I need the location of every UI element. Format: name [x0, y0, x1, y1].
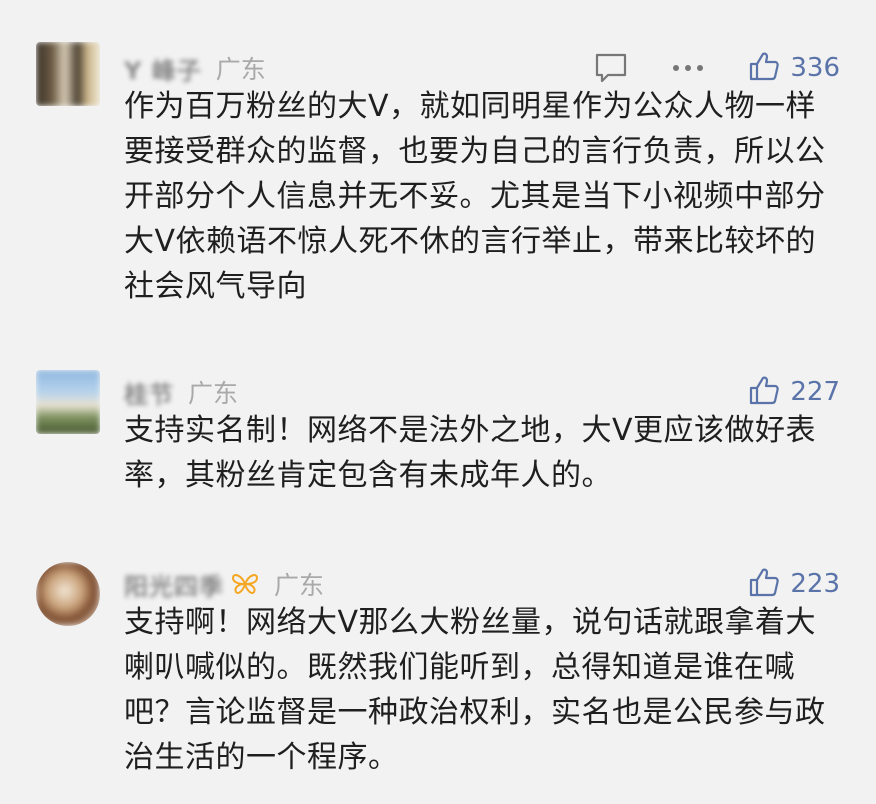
like-button[interactable]: 336: [748, 50, 840, 86]
like-count: 223: [790, 569, 840, 599]
avatar[interactable]: [36, 562, 100, 626]
avatar[interactable]: [36, 42, 100, 106]
thumbs-up-icon: [748, 374, 780, 410]
username[interactable]: 阳光四季: [124, 567, 224, 602]
avatar[interactable]: [36, 370, 100, 434]
like-count: 336: [790, 53, 840, 83]
butterfly-vip-icon: [230, 571, 260, 597]
comment-item: 阳光四季 广东 223 支持啊！网络大V那么大粉丝量，说句话就跟拿着大喇叭喊似的…: [0, 558, 876, 794]
like-button[interactable]: 227: [748, 374, 840, 410]
thumbs-up-icon: [748, 50, 780, 86]
more-dots-icon[interactable]: [672, 64, 704, 72]
username[interactable]: 桂节: [124, 375, 174, 410]
comment-item: Y 峰子 广东 336 作为百万粉丝的大V，就如同明星作为公众人物一样要接受群众…: [0, 42, 876, 312]
comment-text: 支持实名制！网络不是法外之地，大V更应该做好表率，其粉丝肯定包含有未成年人的。: [124, 413, 817, 493]
thumbs-up-icon: [748, 566, 780, 602]
comment-item: 桂节 广东 227 支持实名制！网络不是法外之地，大V更应该做好表率，其粉丝肯定…: [0, 366, 876, 506]
comment-text: 支持啊！网络大V那么大粉丝量，说句话就跟拿着大喇叭喊似的。既然我们能听到，总得知…: [124, 605, 826, 775]
like-button[interactable]: 223: [748, 566, 840, 602]
location-label: 广东: [188, 379, 239, 408]
comment-bubble-icon[interactable]: [594, 52, 628, 84]
like-count: 227: [790, 377, 840, 407]
comment-text: 作为百万粉丝的大V，就如同明星作为公众人物一样要接受群众的监督，也要为自己的言行…: [124, 89, 826, 304]
location-label: 广东: [274, 571, 325, 600]
username[interactable]: Y 峰子: [124, 51, 202, 86]
location-label: 广东: [215, 55, 266, 84]
